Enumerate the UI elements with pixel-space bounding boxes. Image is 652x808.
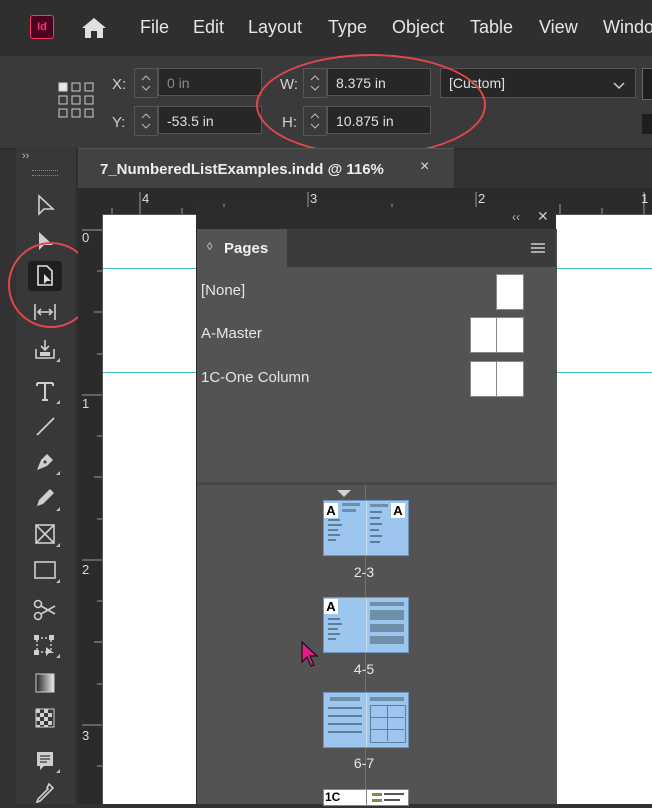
menu-object[interactable]: Object	[392, 17, 444, 38]
close-tab-icon[interactable]: ×	[420, 158, 429, 176]
spread-label[interactable]: 2-3	[322, 564, 406, 580]
master-mark: 1C	[325, 790, 341, 804]
menu-type[interactable]: Type	[328, 17, 367, 38]
current-page-arrow-icon	[337, 490, 351, 497]
scissors-tool-icon[interactable]	[28, 595, 62, 625]
pages-panel-header[interactable]	[196, 207, 556, 229]
menu-table[interactable]: Table	[470, 17, 513, 38]
menu-file[interactable]: File	[140, 17, 169, 38]
gradient-swatch-tool-icon[interactable]	[28, 668, 62, 698]
tab-pages-label: Pages	[224, 240, 269, 257]
note-tool-icon[interactable]	[28, 745, 62, 775]
y-label: Y:	[112, 114, 126, 131]
spread-label[interactable]: 4-5	[322, 661, 406, 677]
w-stepper[interactable]	[303, 68, 327, 98]
width-field[interactable]: 8.375 in	[327, 68, 431, 96]
master-mark: A	[324, 599, 338, 614]
master-mark: A	[324, 503, 338, 518]
type-tool-icon[interactable]	[28, 376, 62, 406]
master-none[interactable]: [None]	[201, 282, 245, 299]
gradient-feather-tool-icon[interactable]	[28, 703, 62, 733]
orientation-button[interactable]	[642, 68, 652, 100]
x-field[interactable]: 0 in	[158, 68, 262, 96]
content-collector-tool-icon[interactable]	[28, 334, 62, 364]
h-label: H:	[282, 114, 297, 131]
menu-edit[interactable]: Edit	[193, 17, 224, 38]
spread-label[interactable]: 6-7	[322, 755, 406, 771]
ruler-h-label: 3	[310, 191, 318, 206]
reference-point-icon[interactable]	[56, 80, 96, 120]
selection-tool-icon[interactable]	[28, 191, 62, 221]
master-a[interactable]: A-Master	[201, 325, 262, 342]
x-label: X:	[112, 76, 127, 93]
collapse-icon[interactable]: ››	[22, 150, 29, 162]
page-size-preset-select[interactable]: [Custom]	[440, 68, 636, 98]
document-tab-title: 7_NumberedListExamples.indd @ 116%	[100, 161, 384, 178]
direct-selection-tool-icon[interactable]	[28, 227, 62, 257]
page-tool-icon[interactable]	[28, 261, 62, 291]
app-logo: Id	[30, 15, 54, 39]
ruler-v-label: 2	[82, 562, 90, 577]
home-icon[interactable]	[80, 16, 108, 40]
menu-window[interactable]: Windo	[603, 17, 652, 38]
rectangle-frame-tool-icon[interactable]	[28, 519, 62, 549]
h-stepper[interactable]	[303, 106, 327, 136]
ruler-origin[interactable]	[78, 188, 102, 214]
ruler-h-label: 1	[641, 191, 649, 206]
menu-view[interactable]: View	[539, 17, 578, 38]
ruler-v-label: 0	[82, 230, 90, 245]
master-1c[interactable]: 1C-One Column	[201, 369, 309, 386]
master-mark: A	[391, 503, 405, 518]
close-panel-icon[interactable]: ✕	[537, 208, 549, 225]
pen-tool-icon[interactable]	[28, 447, 62, 477]
height-field[interactable]: 10.875 in	[327, 106, 431, 134]
w-label: W:	[280, 76, 299, 93]
menu-layout[interactable]: Layout	[248, 17, 302, 38]
orientation-button-alt[interactable]	[642, 114, 652, 134]
y-stepper[interactable]	[134, 106, 158, 136]
master-thumb-1c[interactable]	[470, 361, 524, 397]
vertical-ruler[interactable]	[78, 214, 103, 804]
rectangle-tool-icon[interactable]	[28, 555, 62, 585]
line-tool-icon[interactable]	[28, 411, 62, 441]
ruler-v-label: 3	[82, 728, 90, 743]
pencil-tool-icon[interactable]	[28, 483, 62, 513]
pages-tab-bar	[287, 229, 556, 267]
spread-thumb[interactable]	[323, 692, 409, 748]
y-field[interactable]: -53.5 in	[158, 106, 262, 134]
mouse-cursor-icon	[299, 640, 321, 673]
ruler-v-label: 1	[82, 396, 90, 411]
master-thumb-none[interactable]	[496, 274, 524, 310]
tab-sort-icon: ◊	[207, 241, 213, 253]
ruler-h-label: 2	[478, 191, 486, 206]
master-thumb-a[interactable]	[470, 317, 524, 353]
free-transform-tool-icon[interactable]	[28, 630, 62, 660]
ruler-h-label: 4	[142, 191, 150, 206]
panel-menu-icon[interactable]	[530, 241, 546, 259]
panel-divider[interactable]	[197, 482, 556, 485]
collapse-panel-icon[interactable]: ‹‹	[512, 210, 520, 224]
panel-grip[interactable]	[32, 170, 58, 176]
gap-tool-icon[interactable]	[28, 297, 62, 327]
chevron-down-icon[interactable]	[612, 78, 626, 96]
x-stepper[interactable]	[134, 68, 158, 98]
